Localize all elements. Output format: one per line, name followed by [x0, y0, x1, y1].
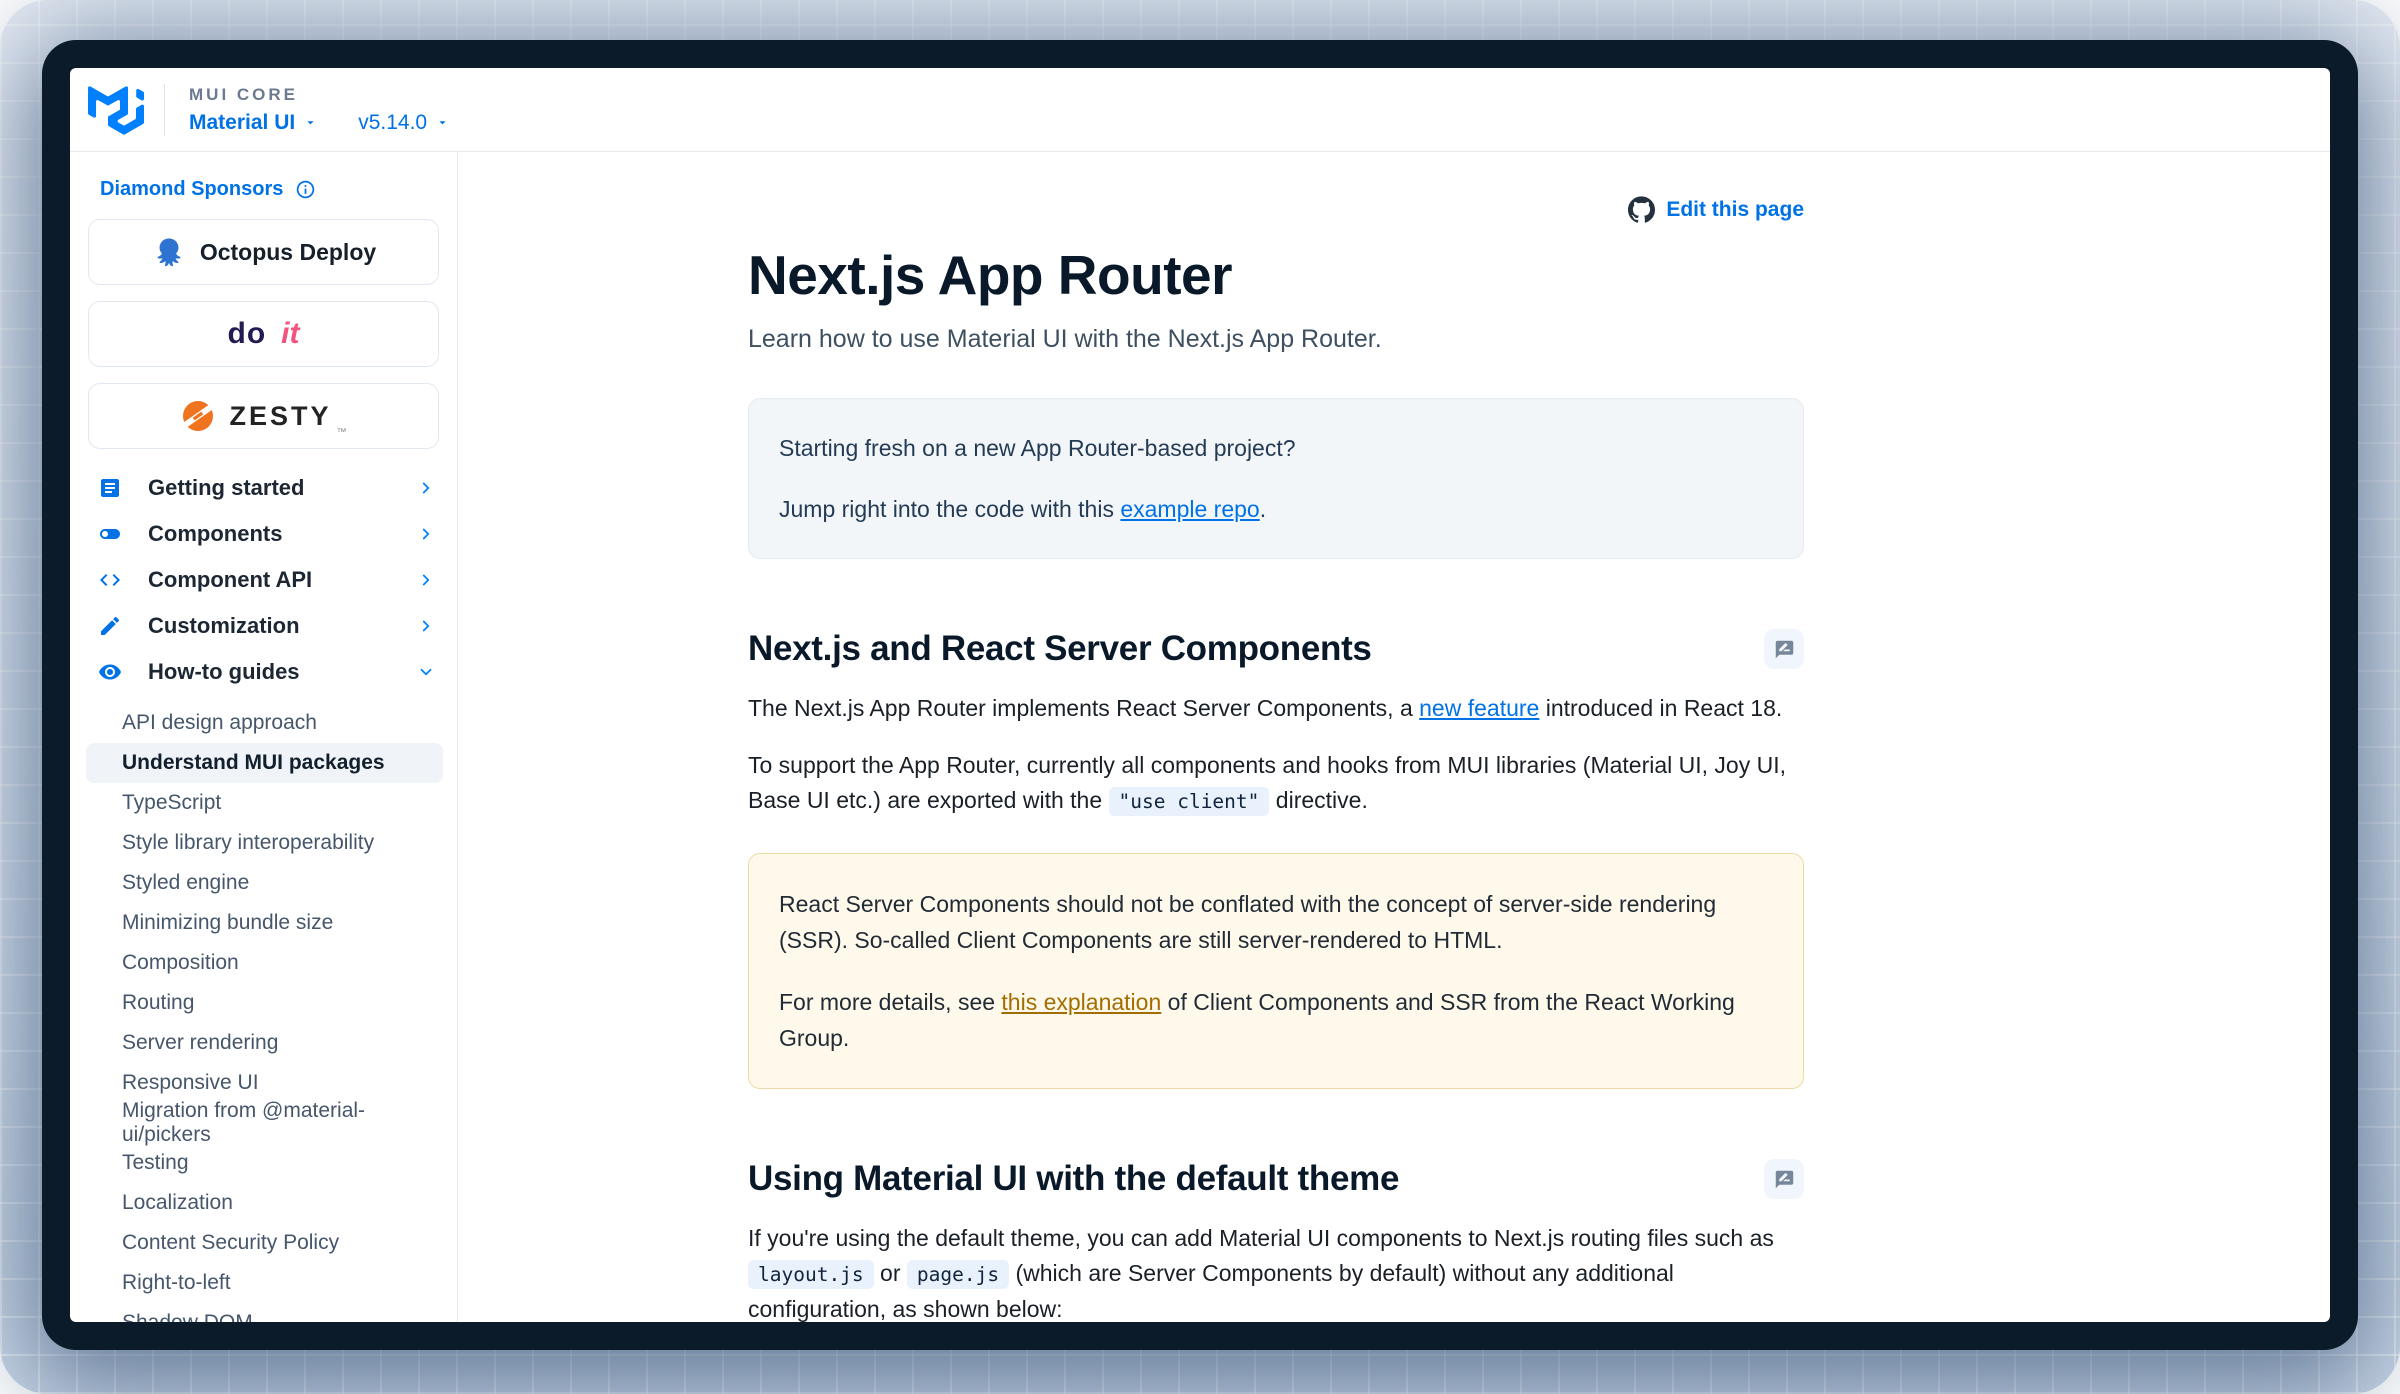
sponsor-doit[interactable]: do it [88, 301, 439, 367]
code-icon [100, 574, 120, 586]
sponsor-octopus-label: Octopus Deploy [199, 238, 377, 265]
comment-edit-icon [1775, 640, 1793, 658]
callout-warning: React Server Components should not be co… [748, 853, 1804, 1089]
sidebar-subitem[interactable]: Routing [86, 983, 443, 1023]
paragraph-rsc-1: The Next.js App Router implements React … [748, 695, 1783, 721]
diamond-sponsors-label: Diamond Sponsors [100, 178, 284, 200]
sidebar-item-components[interactable]: Components [70, 511, 457, 557]
warning-line2: For more details, see this explanation o… [779, 989, 1735, 1051]
eye-icon [99, 664, 121, 680]
page-title: Next.js App Router [748, 244, 1233, 306]
sidebar-subitem[interactable]: Composition [86, 943, 443, 983]
main-content: Edit this page Next.js App Router Learn … [458, 152, 2330, 1322]
sidebar-subitem[interactable]: Right-to-left [86, 1263, 443, 1303]
comment-edit-icon [1775, 1170, 1793, 1188]
chevron-right-icon [422, 620, 430, 632]
zesty-trademark: ™ [336, 427, 347, 438]
sidebar-item-how-to-guides[interactable]: How-to guides [70, 649, 457, 695]
product-dropdown[interactable]: Material UI [189, 111, 318, 135]
chevron-right-icon [422, 528, 430, 540]
chevron-down-icon [439, 121, 446, 125]
sidebar-subitem[interactable]: Minimizing bundle size [86, 903, 443, 943]
layout-js-code: layout.js [748, 1260, 874, 1289]
paragraph-rsc-2: To support the App Router, currently all… [748, 748, 1804, 819]
paragraph-default-theme: If you're using the default theme, you c… [748, 1225, 1774, 1322]
doit-logo-do: do [227, 317, 267, 350]
feedback-button[interactable] [1764, 1159, 1804, 1199]
brand-eyebrow: MUI CORE [189, 84, 298, 104]
sidebar-subitem[interactable]: Testing [86, 1143, 443, 1183]
window-frame: MUI CORE Material UI v5.14.0 Diamond Spo… [42, 40, 2358, 1350]
sidebar-nav: Getting started Components Component API [70, 465, 457, 695]
sponsor-zesty[interactable]: ZESTY ™ [88, 383, 439, 449]
zesty-icon [183, 401, 214, 431]
chevron-down-icon [420, 668, 432, 676]
edit-this-page-link[interactable]: Edit this page [748, 196, 1804, 223]
sidebar-item-getting-started[interactable]: Getting started [70, 465, 457, 511]
version-dropdown[interactable]: v5.14.0 [358, 111, 450, 135]
sidebar-subitem[interactable]: Understand MUI packages [86, 743, 443, 783]
sidebar-subitem[interactable]: Content Security Policy [86, 1223, 443, 1263]
use-client-code: "use client" [1108, 787, 1270, 816]
sidebar-subitem[interactable]: Migration from @material-ui/pickers [86, 1099, 443, 1146]
chevron-right-icon [422, 574, 430, 586]
sidebar-subitem[interactable]: Shadow DOM [86, 1303, 443, 1322]
sidebar-subitem[interactable]: Localization [86, 1183, 443, 1223]
page-subtitle: Learn how to use Material UI with the Ne… [748, 325, 1382, 353]
sidebar-subnav: API design approach Understand MUI packag… [70, 703, 457, 1322]
sidebar-subitem[interactable]: Server rendering [86, 1023, 443, 1063]
sidebar-subitem[interactable]: Style library interoperability [86, 823, 443, 863]
mui-logo[interactable] [88, 85, 144, 135]
sidebar-item-component-api[interactable]: Component API [70, 557, 457, 603]
sidebar: Diamond Sponsors Octopus Deploy do it ZE… [70, 152, 458, 1322]
callout-neutral: Starting fresh on a new App Router-based… [748, 398, 1804, 559]
diamond-sponsors-row[interactable]: Diamond Sponsors [100, 178, 457, 201]
section-title-default-theme: Using Material UI with the default theme [748, 1159, 1400, 1198]
toggle-icon [100, 529, 120, 539]
info-icon[interactable] [295, 179, 316, 200]
docs-page: MUI CORE Material UI v5.14.0 Diamond Spo… [70, 68, 2330, 1322]
doit-logo-it: it [281, 317, 300, 350]
section-title-rsc: Next.js and React Server Components [748, 629, 1372, 668]
sidebar-subitem[interactable]: Responsive UI [86, 1063, 443, 1103]
sidebar-subitem[interactable]: Styled engine [86, 863, 443, 903]
callout-line2: Jump right into the code with this examp… [779, 495, 1267, 522]
sidebar-subitem[interactable]: TypeScript [86, 783, 443, 823]
zesty-label: ZESTY [229, 400, 332, 431]
sponsor-octopus-deploy[interactable]: Octopus Deploy [88, 219, 439, 285]
chevron-down-icon [307, 121, 314, 125]
header-divider [164, 83, 165, 136]
article-icon [101, 479, 119, 497]
callout-line1: Starting fresh on a new App Router-based… [779, 435, 1296, 461]
new-feature-link[interactable]: new feature [1419, 695, 1539, 721]
brand-block: MUI CORE Material UI v5.14.0 [189, 85, 450, 135]
page-header: MUI CORE Material UI v5.14.0 [70, 68, 2330, 152]
page-js-code: page.js [906, 1260, 1010, 1289]
this-explanation-link[interactable]: this explanation [1001, 989, 1161, 1015]
sidebar-item-customization[interactable]: Customization [70, 603, 457, 649]
feedback-button[interactable] [1764, 629, 1804, 669]
pencil-icon [101, 616, 120, 635]
github-icon [1628, 196, 1656, 223]
chevron-right-icon [422, 482, 430, 494]
example-repo-link[interactable]: example repo [1120, 496, 1259, 522]
octopus-icon [157, 238, 181, 267]
sidebar-subitem[interactable]: API design approach [86, 703, 443, 743]
warning-line1: React Server Components should not be co… [779, 891, 1717, 953]
